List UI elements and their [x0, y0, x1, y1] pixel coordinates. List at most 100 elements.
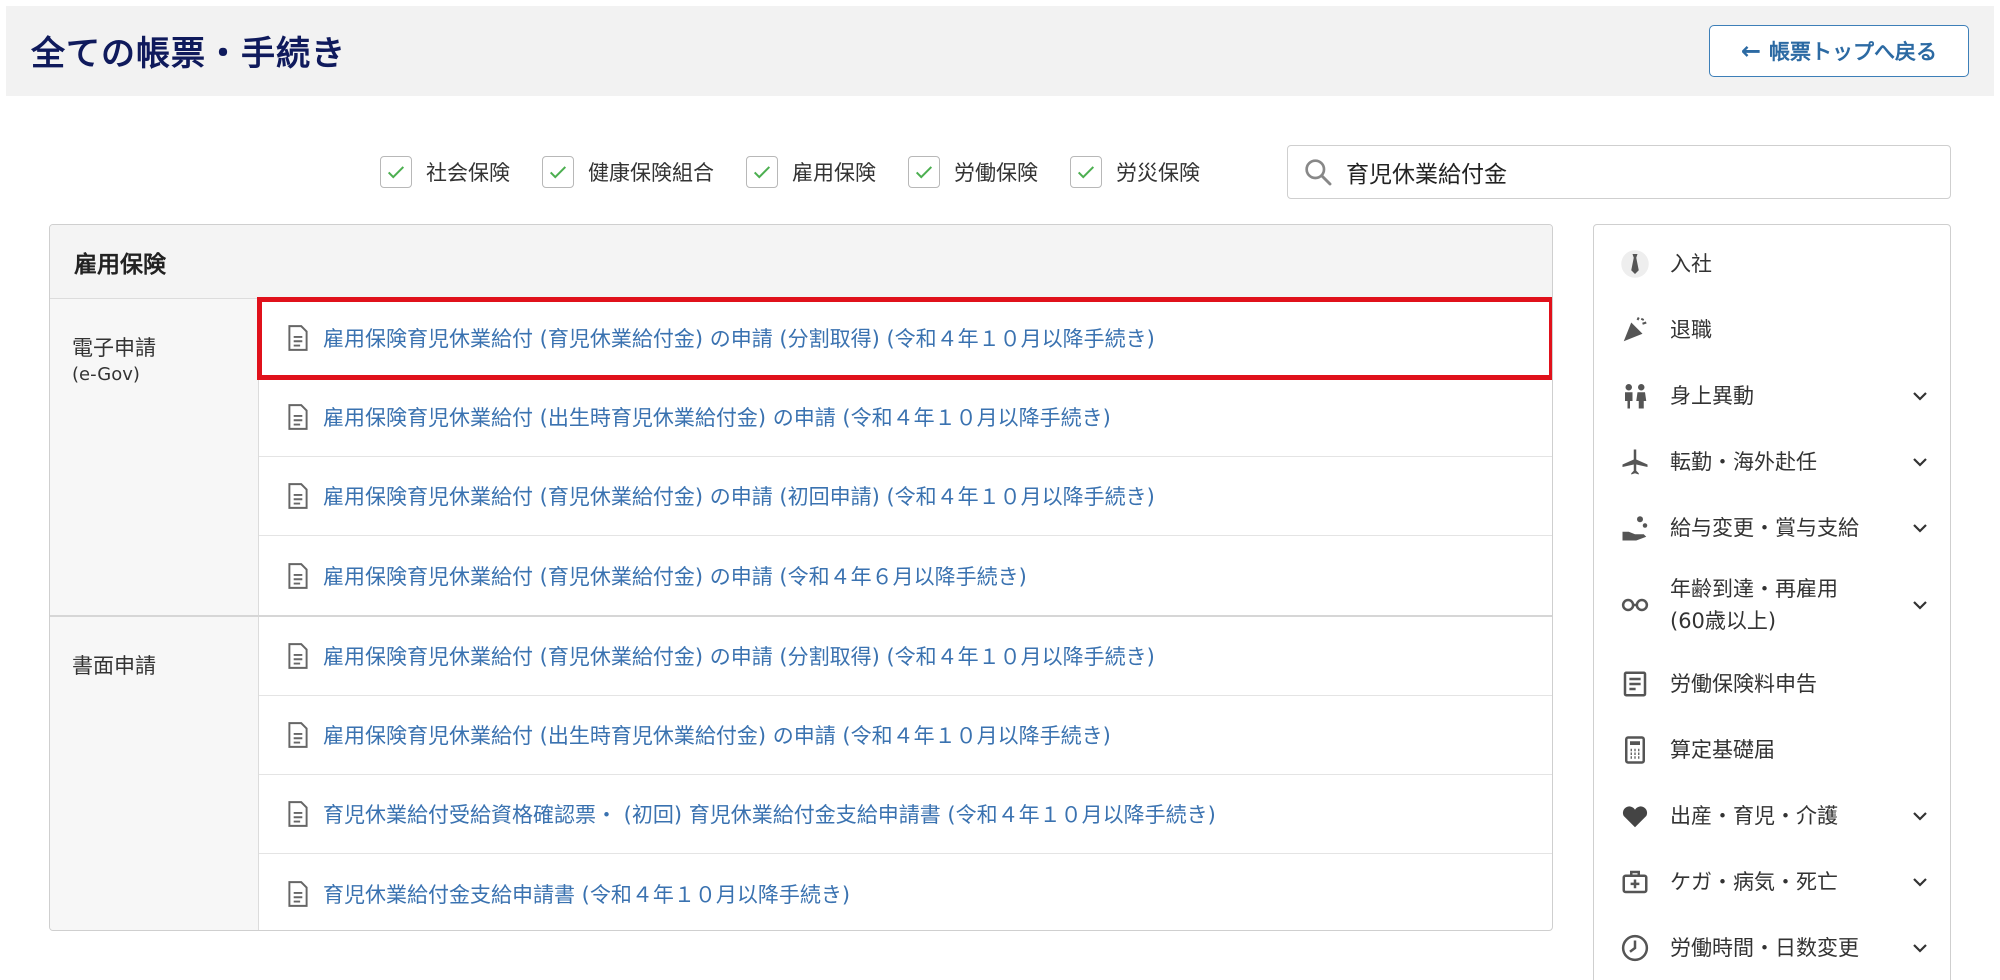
sidebar-item-label: 出産・育児・介護 — [1670, 804, 1838, 828]
chevron-down-icon — [1913, 944, 1927, 953]
search-icon — [1305, 159, 1332, 186]
form-link[interactable]: 雇用保険育児休業給付 (育児休業給付金) の申請 (分割取得) (令和４年１０月… — [323, 641, 1155, 671]
calculator-icon — [1618, 733, 1652, 767]
checkmark-icon — [387, 166, 405, 179]
section-label-text: 電子申請 — [72, 336, 156, 360]
sidebar-item-nenrei-tatsu[interactable]: 年齢到達・再雇用 (60歳以上) — [1594, 569, 1950, 641]
filter-label: 健康保険組合 — [588, 161, 714, 185]
chevron-down-icon — [1913, 878, 1927, 887]
sidebar-item-taishoku[interactable]: 退職 — [1594, 305, 1950, 355]
back-to-forms-top-button[interactable]: ← 帳票トップへ戻る — [1709, 25, 1969, 77]
sidebar-item-shussan[interactable]: 出産・育児・介護 — [1594, 791, 1950, 841]
heart-icon — [1618, 799, 1652, 833]
form-link-row[interactable]: 雇用保険育児休業給付 (出生時育児休業給付金) の申請 (令和４年１０月以降手続… — [259, 696, 1552, 775]
sidebar-item-label: 給与変更・賞与支給 — [1670, 516, 1859, 540]
checkbox[interactable] — [746, 156, 778, 188]
sidebar-item-rodo-jikan[interactable]: 労働時間・日数変更 — [1594, 923, 1950, 973]
clock-icon — [1618, 931, 1652, 965]
search-box[interactable] — [1287, 145, 1951, 199]
filter-label: 社会保険 — [426, 161, 510, 185]
section-paper: 書面申請 雇用保険育児休業給付 (育児休業給付金) の申請 (分割取得) (令和… — [50, 617, 1552, 930]
filter-rodo-hoken[interactable]: 労働保険 — [908, 156, 1038, 188]
sidebar-item-kyuyo-henko[interactable]: 給与変更・賞与支給 — [1594, 503, 1950, 553]
glasses-icon — [1618, 588, 1652, 622]
arrow-left-icon: ← — [1740, 37, 1762, 65]
chevron-down-icon — [1913, 458, 1927, 467]
form-link-row[interactable]: 雇用保険育児休業給付 (育児休業給付金) の申請 (分割取得) (令和４年１０月… — [257, 297, 1552, 380]
filter-rosai-hoken[interactable]: 労災保険 — [1070, 156, 1200, 188]
document-icon — [288, 562, 308, 589]
filter-label: 労災保険 — [1116, 161, 1200, 185]
sidebar-item-rodo-hokenryo[interactable]: 労働保険料申告 — [1594, 659, 1950, 709]
sidebar-item-tenkin[interactable]: 転勤・海外赴任 — [1594, 437, 1950, 487]
form-link[interactable]: 雇用保険育児休業給付 (育児休業給付金) の申請 (令和４年６月以降手続き) — [323, 561, 1027, 591]
form-link[interactable]: 育児休業給付受給資格確認票・ (初回) 育児休業給付金支給申請書 (令和４年１０… — [323, 799, 1216, 829]
form-link-row[interactable]: 雇用保険育児休業給付 (育児休業給付金) の申請 (初回申請) (令和４年１０月… — [259, 457, 1552, 536]
document-icon — [288, 801, 308, 827]
sidebar-item-santei-kiso[interactable]: 算定基礎届 — [1594, 725, 1950, 775]
sidebar-item-label: 年齢到達・再雇用 (60歳以上) — [1670, 573, 1838, 637]
sidebar-item-label-line1: 年齢到達・再雇用 — [1670, 577, 1838, 601]
document-icon — [288, 404, 308, 430]
form-link-row[interactable]: 雇用保険育児休業給付 (育児休業給付金) の申請 (令和４年６月以降手続き) — [259, 536, 1552, 615]
back-button-label: 帳票トップへ戻る — [1769, 40, 1938, 64]
first-aid-kit-icon — [1618, 865, 1652, 899]
form-link[interactable]: 雇用保険育児休業給付 (育児休業給付金) の申請 (初回申請) (令和４年１０月… — [323, 481, 1155, 511]
checkmark-icon — [549, 166, 567, 179]
sidebar-item-label: 退職 — [1670, 318, 1712, 342]
checkmark-icon — [753, 166, 771, 179]
filter-label: 雇用保険 — [792, 161, 876, 185]
form-link[interactable]: 雇用保険育児休業給付 (出生時育児休業給付金) の申請 (令和４年１０月以降手続… — [323, 402, 1111, 432]
form-link[interactable]: 雇用保険育児休業給付 (育児休業給付金) の申請 (分割取得) (令和４年１０月… — [323, 323, 1155, 353]
airplane-icon — [1618, 445, 1652, 479]
document-icon — [288, 483, 308, 509]
party-popper-icon — [1618, 313, 1652, 347]
section-label: 電子申請 (e-Gov) — [50, 299, 259, 615]
document-icon — [288, 325, 308, 351]
checkbox[interactable] — [908, 156, 940, 188]
sidebar-item-label: 転勤・海外赴任 — [1670, 450, 1817, 474]
section-rows: 雇用保険育児休業給付 (育児休業給付金) の申請 (分割取得) (令和４年１０月… — [257, 297, 1552, 615]
panel-title: 雇用保険 — [50, 225, 1552, 299]
checkmark-icon — [1077, 166, 1095, 179]
filter-koyo-hoken[interactable]: 雇用保険 — [746, 156, 876, 188]
document-icon — [288, 880, 308, 907]
sidebar-item-label-line2: (60歳以上) — [1670, 609, 1777, 633]
sidebar-item-shinjo-ido[interactable]: 身上異動 — [1594, 371, 1950, 421]
filter-label: 労働保険 — [954, 161, 1038, 185]
chevron-down-icon — [1913, 524, 1927, 533]
sidebar-item-kega[interactable]: ケガ・病気・死亡 — [1594, 857, 1950, 907]
search-input[interactable] — [1346, 159, 1926, 185]
sidebar-item-label: 労働保険料申告 — [1670, 672, 1817, 696]
form-link[interactable]: 育児休業給付金支給申請書 (令和４年１０月以降手続き) — [323, 879, 850, 909]
page-title: 全ての帳票・手続き — [31, 34, 346, 74]
section-rows: 雇用保険育児休業給付 (育児休業給付金) の申請 (分割取得) (令和４年１０月… — [259, 617, 1552, 930]
checkbox[interactable] — [542, 156, 574, 188]
sidebar-item-label: 労働時間・日数変更 — [1670, 936, 1859, 960]
document-icon — [288, 722, 308, 748]
form-link-row[interactable]: 雇用保険育児休業給付 (育児休業給付金) の申請 (分割取得) (令和４年１０月… — [259, 617, 1552, 696]
filter-kenko-hoken-kumiai[interactable]: 健康保険組合 — [542, 156, 714, 188]
forms-panel: 雇用保険 電子申請 (e-Gov) 雇用保険育児休業給付 (育児休業給付金) の… — [49, 224, 1553, 931]
checkbox[interactable] — [1070, 156, 1102, 188]
checkbox[interactable] — [380, 156, 412, 188]
section-label: 書面申請 — [50, 617, 259, 930]
filter-shakai-hoken[interactable]: 社会保険 — [380, 156, 510, 188]
people-icon — [1618, 379, 1652, 413]
chevron-down-icon — [1913, 392, 1927, 401]
sidebar-item-label: 算定基礎届 — [1670, 738, 1775, 762]
document-lines-icon — [1618, 667, 1652, 701]
checkmark-icon — [915, 166, 933, 179]
sidebar-item-label: ケガ・病気・死亡 — [1670, 870, 1838, 894]
chevron-down-icon — [1913, 812, 1927, 821]
sidebar-item-label: 入社 — [1670, 252, 1712, 276]
form-link-row[interactable]: 育児休業給付金支給申請書 (令和４年１０月以降手続き) — [259, 854, 1552, 930]
form-link[interactable]: 雇用保険育児休業給付 (出生時育児休業給付金) の申請 (令和４年１０月以降手続… — [323, 720, 1111, 750]
form-link-row[interactable]: 育児休業給付受給資格確認票・ (初回) 育児休業給付金支給申請書 (令和４年１０… — [259, 775, 1552, 854]
section-electronic: 電子申請 (e-Gov) 雇用保険育児休業給付 (育児休業給付金) の申請 (分… — [50, 297, 1552, 617]
sidebar-item-nyusha[interactable]: 入社 — [1594, 239, 1950, 289]
chevron-down-icon — [1913, 601, 1927, 610]
insurance-filter-group: 社会保険 健康保険組合 雇用保険 労働保険 労災保険 — [380, 156, 1232, 188]
form-link-row[interactable]: 雇用保険育児休業給付 (出生時育児休業給付金) の申請 (令和４年１０月以降手続… — [259, 378, 1552, 457]
document-icon — [288, 643, 308, 669]
